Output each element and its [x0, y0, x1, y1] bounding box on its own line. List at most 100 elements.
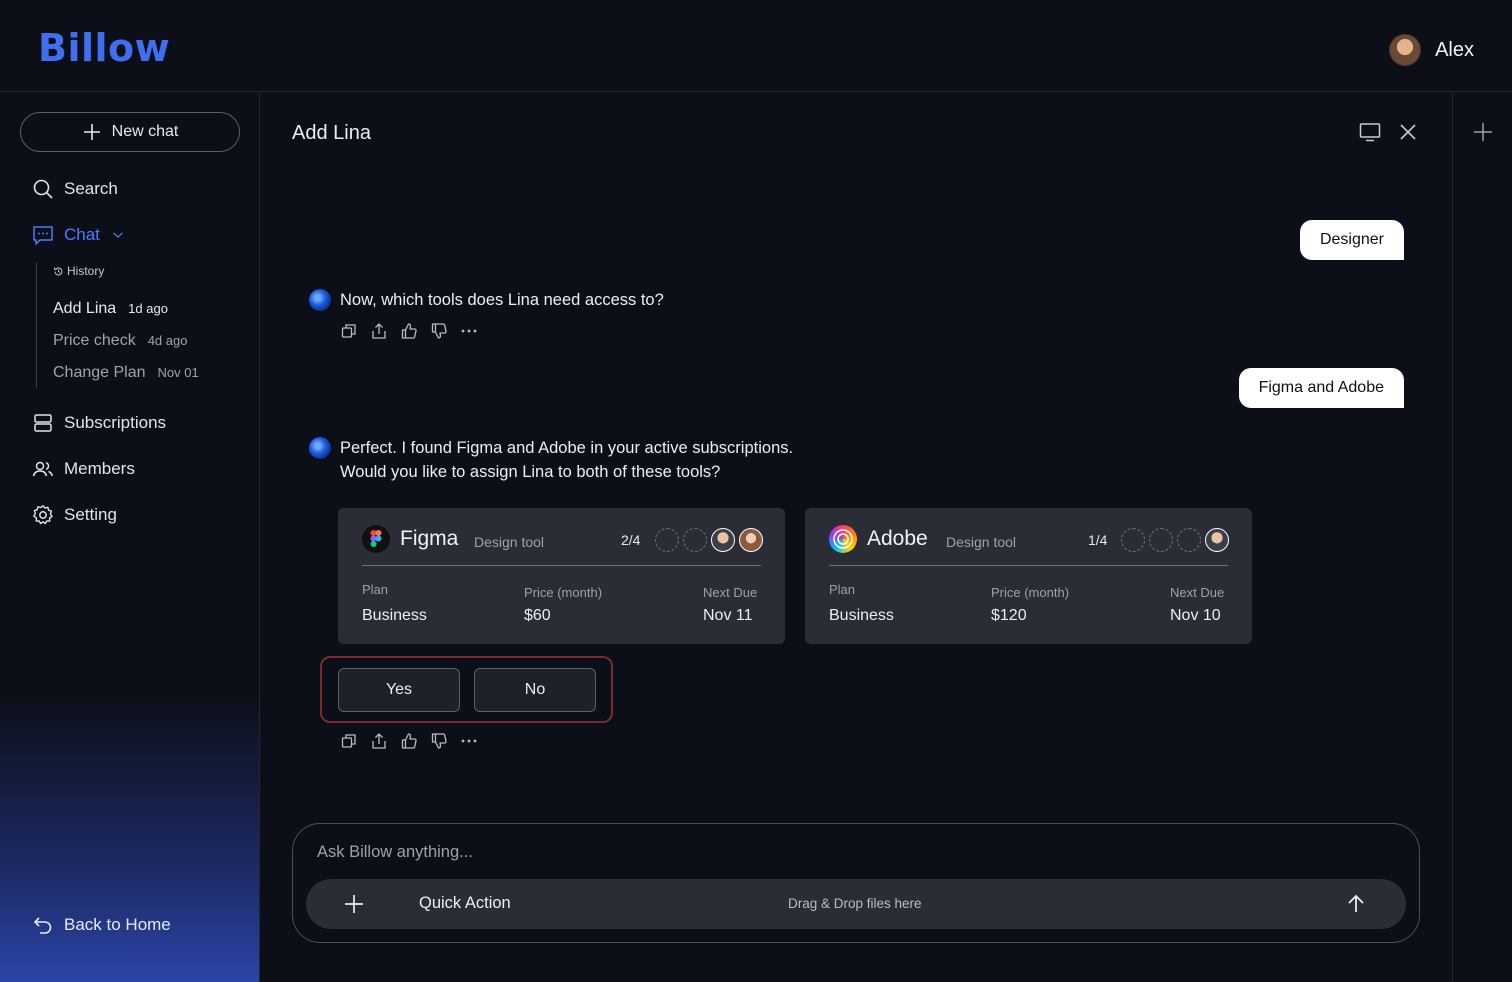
- due-label: Next Due: [703, 585, 758, 600]
- more-icon[interactable]: [460, 322, 478, 340]
- seat-count: 1/4: [1088, 532, 1108, 548]
- seat-avatars: [1121, 528, 1229, 552]
- plus-icon[interactable]: [342, 892, 366, 916]
- history-time: 4d ago: [147, 333, 188, 348]
- thumbs-down-icon[interactable]: [430, 322, 448, 340]
- ask-input[interactable]: [317, 840, 1387, 864]
- history-time: 1d ago: [128, 301, 168, 316]
- sidebar-item-members[interactable]: Members: [32, 458, 135, 480]
- card-divider: [829, 565, 1228, 566]
- drag-drop-zone[interactable]: Drag & Drop files here: [788, 896, 922, 911]
- bot-message: Perfect. I found Figma and Adobe in your…: [340, 436, 793, 484]
- sidebar-item-label: Search: [64, 179, 118, 198]
- add-panel-plus-icon[interactable]: [1471, 120, 1495, 144]
- price-value: $120: [991, 607, 1027, 624]
- sidebar-item-search[interactable]: Search: [32, 178, 118, 200]
- plan-label: Plan: [829, 582, 856, 597]
- sidebar-item-label: Chat: [64, 225, 100, 244]
- empty-seat: [1149, 528, 1173, 552]
- thumbs-down-icon[interactable]: [430, 732, 448, 750]
- billow-logo[interactable]: Billow: [38, 26, 170, 70]
- empty-seat: [683, 528, 707, 552]
- new-chat-button[interactable]: New chat: [20, 112, 240, 152]
- plan-value: Business: [362, 607, 427, 624]
- bot-message-line: Would you like to assign Lina to both of…: [340, 463, 721, 481]
- due-value: Nov 10: [1170, 607, 1221, 624]
- send-arrow-icon[interactable]: [1344, 892, 1368, 916]
- search-icon: [33, 179, 53, 199]
- sidebar-item-setting[interactable]: Setting: [32, 504, 117, 526]
- card-name: Figma: [400, 527, 459, 550]
- back-arrow-icon: [33, 917, 52, 934]
- user-name: Alex: [1435, 38, 1474, 61]
- close-icon[interactable]: [1396, 120, 1420, 144]
- seat-avatars: [655, 528, 763, 552]
- history-item-change-plan[interactable]: Change Plan Nov 01: [53, 364, 199, 382]
- monitor-icon[interactable]: [1358, 120, 1382, 144]
- seat-count: 2/4: [621, 532, 641, 548]
- empty-seat: [655, 528, 679, 552]
- sidebar: New chat Search Chat History Add Lina 1d…: [0, 92, 260, 982]
- member-avatar: [1205, 528, 1229, 552]
- chat-title: Add Lina: [292, 122, 371, 144]
- sidebar-item-subscriptions[interactable]: Subscriptions: [32, 412, 166, 434]
- price-label: Price (month): [524, 585, 603, 600]
- history-label-text: History: [67, 264, 105, 278]
- thumbs-up-icon[interactable]: [400, 322, 418, 340]
- card-type: Design tool: [946, 534, 1017, 550]
- history-time: Nov 01: [157, 365, 199, 380]
- chat-panel: Add Lina Designer Now, which tools does …: [260, 92, 1452, 982]
- no-button[interactable]: No: [474, 668, 596, 712]
- sidebar-item-label: Subscriptions: [64, 413, 167, 432]
- empty-seat: [1121, 528, 1145, 552]
- billow-bot-avatar: [309, 289, 331, 311]
- more-icon[interactable]: [460, 732, 478, 750]
- history-icon: [54, 266, 63, 275]
- copy-icon[interactable]: [340, 732, 358, 750]
- sidebar-item-label: Members: [64, 459, 135, 478]
- card-divider: [362, 565, 761, 566]
- sidebar-item-label: Setting: [64, 505, 117, 524]
- card-name: Adobe: [867, 527, 928, 550]
- subscription-card-figma[interactable]: Figma Design tool 2/4 Plan Price (month)…: [338, 508, 785, 644]
- gear-icon: [33, 505, 53, 525]
- message-actions: [340, 732, 478, 750]
- message-actions: [340, 322, 478, 340]
- copy-icon[interactable]: [340, 322, 358, 340]
- new-chat-label: New chat: [111, 123, 179, 140]
- price-label: Price (month): [991, 585, 1070, 600]
- bot-message-line: Perfect. I found Figma and Adobe in your…: [340, 439, 794, 457]
- sidebar-item-chat[interactable]: Chat: [32, 224, 126, 246]
- chevron-down-icon: [113, 232, 123, 239]
- history-item-price-check[interactable]: Price check 4d ago: [53, 332, 187, 350]
- history-label: History: [53, 264, 104, 278]
- due-label: Next Due: [1170, 585, 1225, 600]
- quick-action-button[interactable]: Quick Action: [419, 894, 511, 913]
- back-to-home-link[interactable]: Back to Home: [32, 914, 171, 936]
- share-icon[interactable]: [370, 322, 388, 340]
- user-message: Designer: [1299, 220, 1404, 260]
- yes-no-choice-group: Yes No: [320, 656, 613, 723]
- card-type: Design tool: [474, 534, 545, 550]
- share-icon[interactable]: [370, 732, 388, 750]
- back-home-label: Back to Home: [64, 915, 171, 934]
- empty-seat: [1177, 528, 1201, 552]
- history-title: Change Plan: [53, 364, 146, 381]
- user-avatar[interactable]: [1389, 34, 1422, 66]
- history-title: Add Lina: [53, 300, 117, 317]
- price-value: $60: [524, 607, 551, 624]
- subscription-card-adobe[interactable]: Adobe Design tool 1/4 Plan Price (month)…: [805, 508, 1252, 644]
- yes-button[interactable]: Yes: [338, 668, 460, 712]
- member-avatar: [739, 528, 763, 552]
- plan-label: Plan: [362, 582, 389, 597]
- plus-icon: [83, 124, 100, 140]
- message-composer: Quick Action Drag & Drop files here: [292, 823, 1420, 943]
- figma-logo-icon: [362, 525, 390, 553]
- thumbs-up-icon[interactable]: [400, 732, 418, 750]
- chat-history: History Add Lina 1d ago Price check 4d a…: [36, 262, 236, 388]
- members-icon: [32, 461, 54, 477]
- top-bar: Billow Alex: [0, 0, 1512, 92]
- history-item-add-lina[interactable]: Add Lina 1d ago: [53, 300, 168, 318]
- subscriptions-icon: [34, 414, 52, 432]
- user-menu[interactable]: Alex: [1389, 34, 1474, 66]
